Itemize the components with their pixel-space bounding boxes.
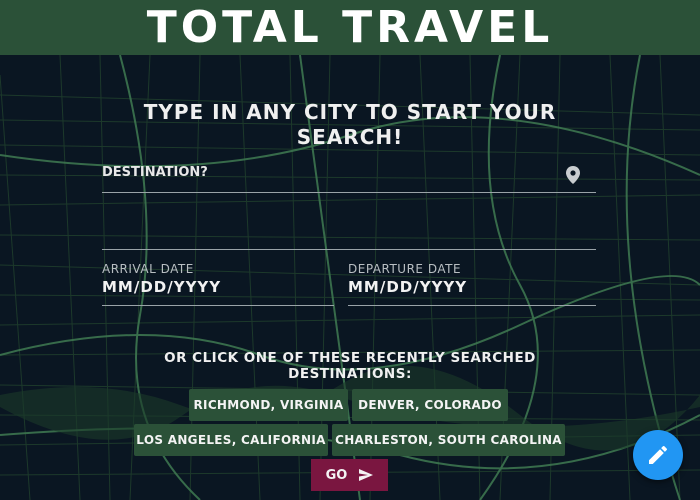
map-pin-icon[interactable]: [566, 166, 580, 184]
arrival-date-input[interactable]: MM/DD/YYYY: [102, 278, 221, 296]
edit-fab-button[interactable]: [633, 430, 683, 480]
recent-destination-button[interactable]: CHARLESTON, SOUTH CAROLINA: [332, 424, 565, 456]
destination-field[interactable]: DESTINATION?: [102, 160, 596, 193]
edit-pencil-icon: [649, 446, 667, 464]
app-header: TOTAL TRAVEL: [0, 0, 700, 55]
search-headline: TYPE IN ANY CITY TO START YOUR SEARCH!: [143, 100, 557, 149]
go-button-label: GO: [325, 467, 348, 483]
recent-destination-button[interactable]: LOS ANGELES, CALIFORNIA: [134, 424, 328, 456]
send-icon: [359, 469, 374, 481]
app-title: TOTAL TRAVEL: [146, 2, 554, 53]
arrival-date-field[interactable]: ARRIVAL DATE MM/DD/YYYY: [102, 260, 334, 306]
departure-date-input[interactable]: MM/DD/YYYY: [348, 278, 467, 296]
recent-destination-button[interactable]: DENVER, COLORADO: [352, 389, 508, 421]
departure-date-label: DEPARTURE DATE: [348, 262, 462, 276]
arrival-date-label: ARRIVAL DATE: [102, 262, 194, 276]
recent-destination-button[interactable]: RICHMOND, VIRGINIA: [189, 389, 348, 421]
recent-searches-heading: OR CLICK ONE OF THESE RECENTLY SEARCHED …: [164, 350, 536, 382]
departure-date-field[interactable]: DEPARTURE DATE MM/DD/YYYY: [348, 260, 596, 306]
destination-secondary-field[interactable]: [102, 224, 596, 250]
destination-label: DESTINATION?: [102, 165, 208, 180]
go-button[interactable]: GO: [311, 459, 388, 491]
